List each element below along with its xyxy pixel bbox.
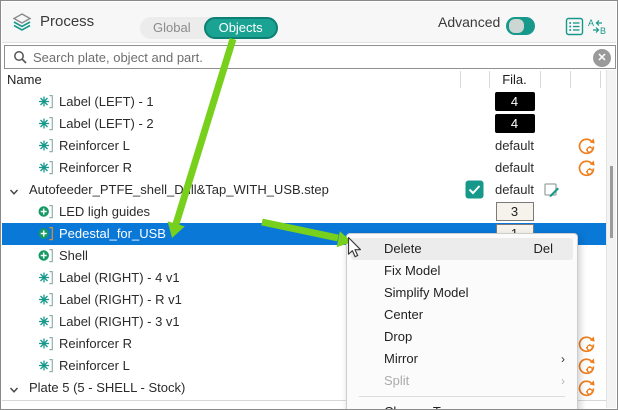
menu-separator (359, 396, 565, 397)
asterisk-part-icon (38, 116, 54, 135)
asterisk-part-icon (38, 138, 54, 157)
asterisk-part-icon (38, 94, 54, 113)
sync-settings-icon[interactable] (576, 378, 597, 402)
asterisk-part-icon (38, 336, 54, 355)
menu-item-label: Change Type (384, 401, 461, 409)
menu-item-split: Split › (351, 370, 573, 392)
row-checkbox[interactable] (465, 180, 484, 202)
tree-row-label: Reinforcer R (59, 336, 132, 351)
plus-part-icon (38, 248, 54, 267)
tab-objects[interactable]: Objects (203, 17, 278, 39)
tree-row[interactable]: Autofeeder_PTFE_shell_Drill&Tap_WITH_USB… (2, 179, 608, 201)
tree-row-label: Label (RIGHT) - 4 v1 (59, 270, 180, 285)
vertical-scrollbar[interactable] (606, 70, 616, 408)
column-fila: Fila. (502, 72, 527, 87)
plus-part-icon (38, 226, 54, 245)
tab-global[interactable]: Global (140, 17, 204, 39)
tree-row-label: Plate 5 (5 - SHELL - Stock) (29, 380, 186, 395)
menu-item-fix-model[interactable]: Fix Model (351, 260, 573, 282)
object-list-icon[interactable] (565, 17, 584, 41)
process-panel: Process Global Objects Advanced A B Sear… (0, 0, 618, 410)
menu-item-simplify-model[interactable]: Simplify Model (351, 282, 573, 304)
scrollbar-thumb[interactable] (610, 166, 613, 238)
tree-row-label: Label (LEFT) - 1 (59, 94, 154, 109)
asterisk-part-icon (38, 292, 54, 311)
tree-row[interactable]: Reinforcer L default (2, 135, 608, 157)
panel-header: Process Global Objects Advanced A B (2, 2, 616, 43)
advanced-label: Advanced (438, 14, 501, 30)
tree-row-label: Reinforcer R (59, 160, 132, 175)
menu-item-label: Fix Model (384, 263, 441, 278)
menu-item-label: Split (384, 373, 410, 388)
tree-row-label: Label (LEFT) - 2 (59, 116, 154, 131)
filament-badge[interactable]: 4 (494, 114, 535, 133)
menu-shortcut: Del (533, 241, 553, 256)
tree-row[interactable]: Reinforcer R default (2, 157, 608, 179)
asterisk-part-icon (38, 270, 54, 289)
asterisk-part-icon (38, 160, 54, 179)
tree-row-label: Reinforcer L (59, 358, 130, 373)
toggle-knob (509, 19, 524, 33)
filament-value[interactable]: default (495, 182, 534, 197)
chevron-down-icon[interactable] (9, 185, 19, 200)
tree-row[interactable]: LED ligh guides 3 (2, 201, 608, 223)
search-icon (13, 50, 28, 70)
menu-item-center[interactable]: Center (351, 304, 573, 326)
filament-value[interactable]: default (495, 160, 534, 175)
layers-icon (12, 12, 32, 37)
clear-search-icon[interactable]: ✕ (593, 49, 611, 67)
menu-item-mirror[interactable]: Mirror › (351, 348, 573, 370)
tree-row-label: Label (RIGHT) - 3 v1 (59, 314, 180, 329)
menu-item-label: Center (384, 307, 424, 322)
column-header-row: Name Fila. (2, 70, 606, 90)
tree-row-label: Reinforcer L (59, 138, 130, 153)
column-name: Name (7, 72, 42, 87)
edit-plate-icon[interactable] (544, 182, 560, 201)
chevron-down-icon[interactable] (9, 383, 19, 398)
menu-item-drop[interactable]: Drop (351, 326, 573, 348)
context-menu: Delete Del Fix Model Simplify Model Center Dr… (346, 233, 578, 409)
svg-text:B: B (600, 26, 606, 36)
rename-ab-icon[interactable]: A B (587, 17, 608, 41)
tree-row-label: Pedestal_for_USB (59, 226, 166, 241)
tree-row[interactable]: Label (LEFT) - 1 4 (2, 91, 608, 113)
menu-item-label: Delete (384, 241, 422, 256)
scope-tabs: Global Objects (140, 17, 278, 39)
menu-item-label: Drop (384, 329, 413, 344)
svg-text:A: A (588, 18, 594, 28)
menu-item-label: Mirror (384, 351, 418, 366)
filament-badge[interactable]: 4 (494, 92, 535, 111)
filament-badge[interactable]: 3 (495, 202, 534, 221)
menu-item-label: Simplify Model (384, 285, 469, 300)
panel-title: Process (40, 13, 95, 30)
tree-row[interactable]: Label (LEFT) - 2 4 (2, 113, 608, 135)
asterisk-part-icon (38, 358, 54, 377)
filament-value[interactable]: default (495, 138, 534, 153)
asterisk-part-icon (38, 314, 54, 333)
menu-item-delete[interactable]: Delete Del (351, 238, 573, 260)
menu-item-change-type[interactable]: Change Type (351, 401, 573, 409)
submenu-arrow-icon: › (561, 374, 565, 388)
tree-row-label: Label (RIGHT) - R v1 (59, 292, 182, 307)
plus-part-icon (38, 204, 54, 223)
advanced-toggle[interactable] (506, 17, 535, 35)
search-placeholder: Search plate, object and part. (33, 50, 203, 65)
search-input[interactable]: Search plate, object and part. ✕ (4, 45, 616, 69)
tree-row-label: LED ligh guides (59, 204, 151, 219)
tree-row-label: Shell (59, 248, 88, 263)
submenu-arrow-icon: › (561, 352, 565, 366)
tree-row-label: Autofeeder_PTFE_shell_Drill&Tap_WITH_USB… (29, 182, 329, 197)
